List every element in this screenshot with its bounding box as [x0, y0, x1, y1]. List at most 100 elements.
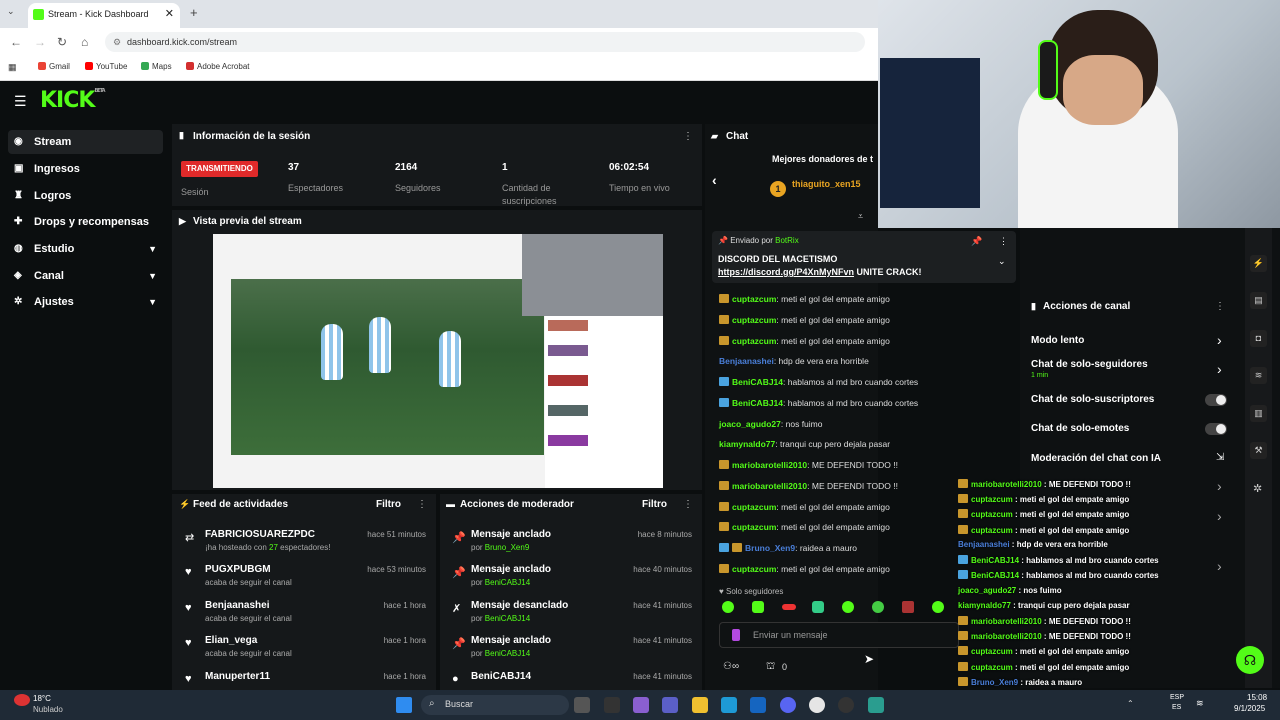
- chat-message[interactable]: cuptazcum: meti el gol del empate amigo: [719, 294, 890, 304]
- bookmark-youtube[interactable]: YouTube: [85, 62, 127, 71]
- chat-message[interactable]: Bruno_Xen9: raidea a mauro: [719, 543, 857, 553]
- app-icon[interactable]: [868, 697, 884, 713]
- tray-chevron-icon[interactable]: ⌃: [1127, 699, 1134, 708]
- menu-icon[interactable]: ☰: [14, 93, 27, 110]
- followers-only-option[interactable]: Chat de solo-seguidores: [1031, 359, 1148, 370]
- taskbar-search[interactable]: ⌕ Buscar: [421, 695, 569, 715]
- mod-menu-icon[interactable]: ⋮: [683, 499, 693, 510]
- chat-message[interactable]: kiamynaldo77: tranqui cup pero dejala pa…: [719, 439, 890, 449]
- chevron-right-icon[interactable]: ›: [1217, 478, 1222, 494]
- home-icon[interactable]: ⌂: [81, 35, 88, 49]
- kick-logo[interactable]: KICKBETA: [40, 88, 106, 113]
- chat-message[interactable]: BeniCABJ14: hablamos al md bro cuando co…: [719, 377, 918, 387]
- chat-message[interactable]: cuptazcum: meti el gol del empate amigo: [719, 564, 890, 574]
- apps-grid-icon[interactable]: ▦: [8, 62, 17, 73]
- reload-icon[interactable]: ↻: [57, 35, 67, 49]
- taskview-icon[interactable]: [574, 697, 590, 713]
- slow-mode-option[interactable]: Modo lento: [1031, 335, 1084, 346]
- mic-icon[interactable]: [732, 629, 740, 641]
- bookmark-gmail[interactable]: Gmail: [38, 62, 70, 71]
- support-icon[interactable]: ☊: [1236, 646, 1264, 674]
- emotes-only-toggle[interactable]: [1205, 423, 1227, 435]
- chat-message[interactable]: cuptazcum: meti el gol del empate amigo: [719, 522, 890, 532]
- chevron-right-icon[interactable]: ›: [1217, 558, 1222, 574]
- obs-icon[interactable]: [838, 697, 854, 713]
- channel-actions-menu-icon[interactable]: ⋮: [1215, 301, 1225, 312]
- explorer-icon[interactable]: [692, 697, 708, 713]
- chrome-icon[interactable]: [809, 697, 825, 713]
- bookmark-acrobat[interactable]: Adobe Acrobat: [186, 62, 249, 71]
- feed-menu-icon[interactable]: ⋮: [417, 499, 427, 510]
- emote-icon[interactable]: [782, 604, 796, 610]
- donor-name[interactable]: thiaguito_xen15: [792, 179, 861, 189]
- session-menu-icon[interactable]: ⋮: [683, 131, 693, 142]
- collapse-icon[interactable]: ⩡: [858, 211, 863, 222]
- emote-icon[interactable]: [902, 601, 914, 613]
- emote-icon[interactable]: [722, 601, 734, 613]
- chat-message[interactable]: cuptazcum: meti el gol del empate amigo: [719, 315, 890, 325]
- feed-item-name[interactable]: Elian_vega: [205, 635, 257, 646]
- chevron-right-icon[interactable]: ›: [1217, 332, 1222, 348]
- teams-icon[interactable]: [662, 697, 678, 713]
- start-icon[interactable]: [396, 697, 412, 713]
- sidebar-item-logros[interactable]: ♜ Logros: [8, 184, 163, 208]
- address-bar[interactable]: ⚙ dashboard.kick.com/stream: [105, 32, 865, 52]
- chat-message[interactable]: joaco_agudo27: nos fuimo: [719, 419, 822, 429]
- sidebar-item-canal[interactable]: ◈ Canal ▼: [8, 264, 163, 288]
- sidebar-item-estudio[interactable]: ◍ Estudio ▼: [8, 237, 163, 261]
- sidebar-item-ingresos[interactable]: ▣ Ingresos: [8, 157, 163, 181]
- new-tab-icon[interactable]: +: [190, 5, 198, 20]
- hammer-icon[interactable]: ⚒: [1250, 442, 1267, 459]
- weather-temp[interactable]: 18°C: [33, 694, 51, 703]
- settings-icon[interactable]: ✲: [1253, 482, 1262, 495]
- users-icon[interactable]: ⚇∞: [723, 661, 739, 672]
- clock-time[interactable]: 15:08: [1247, 693, 1267, 702]
- emote-icon[interactable]: [842, 601, 854, 613]
- close-tab-icon[interactable]: ✕: [165, 3, 174, 25]
- chevron-left-icon[interactable]: ‹: [712, 172, 717, 188]
- pinned-link[interactable]: https://discord.gg/P4XnMyNFvn: [718, 267, 854, 277]
- chat-message[interactable]: mariobarotelli2010: ME DEFENDI TODO !!: [719, 460, 898, 470]
- emote-icon[interactable]: [812, 601, 824, 613]
- gift-icon[interactable]: ⛫: [766, 661, 775, 674]
- discord-icon[interactable]: [780, 697, 796, 713]
- edge-icon[interactable]: [721, 697, 737, 713]
- copilot-icon[interactable]: [633, 697, 649, 713]
- feed-item-name[interactable]: PUGXPUBGM: [205, 564, 271, 575]
- chevron-right-icon[interactable]: ›: [1217, 361, 1222, 377]
- sidebar-item-stream[interactable]: ◉ Stream: [8, 130, 163, 154]
- bolt-icon[interactable]: ⚡: [1250, 255, 1267, 272]
- language-indicator[interactable]: ESP: [1170, 694, 1184, 701]
- chat-input[interactable]: Enviar un mensaje: [719, 622, 959, 648]
- chat-message[interactable]: cuptazcum: meti el gol del empate amigo: [719, 502, 890, 512]
- browser-tab[interactable]: Stream - Kick Dashboard ✕: [28, 3, 180, 28]
- chevron-right-icon[interactable]: ›: [1217, 508, 1222, 524]
- ai-moderation-option[interactable]: Moderación del chat con IA: [1031, 453, 1161, 464]
- feed-item-name[interactable]: Manuperter11: [205, 671, 270, 682]
- capcut-icon[interactable]: [604, 697, 620, 713]
- pinned-menu-icon[interactable]: ⋮: [999, 236, 1008, 247]
- chat-bubble-icon[interactable]: ◘: [1250, 330, 1267, 347]
- server-icon[interactable]: ▥: [1250, 405, 1267, 422]
- emote-icon[interactable]: [752, 601, 764, 613]
- sidebar-item-ajustes[interactable]: ✲ Ajustes ▼: [8, 290, 163, 314]
- wifi-icon[interactable]: ≋: [1196, 698, 1204, 709]
- tab-menu-icon[interactable]: ⌄: [7, 6, 15, 17]
- chat-message[interactable]: Benjaanashei: hdp de vera era horrible: [719, 356, 869, 366]
- subs-only-toggle[interactable]: [1205, 394, 1227, 406]
- forward-icon[interactable]: →: [34, 35, 46, 49]
- chat-message[interactable]: BeniCABJ14: hablamos al md bro cuando co…: [719, 398, 918, 408]
- back-icon[interactable]: ←: [10, 35, 22, 49]
- store-icon[interactable]: [750, 697, 766, 713]
- mod-filter-button[interactable]: Filtro: [642, 499, 667, 510]
- clipboard-icon[interactable]: ▤: [1250, 292, 1267, 309]
- chat-message[interactable]: mariobarotelli2010: ME DEFENDI TODO !!: [719, 481, 898, 491]
- chat-message[interactable]: cuptazcum: meti el gol del empate amigo: [719, 336, 890, 346]
- pin-icon[interactable]: 📌: [971, 236, 982, 247]
- site-info-icon[interactable]: ⚙: [113, 32, 121, 52]
- bookmark-maps[interactable]: Maps: [141, 62, 172, 71]
- feed-item-name[interactable]: Benjaanashei: [205, 600, 269, 611]
- weather-icon[interactable]: [14, 694, 30, 706]
- wave-icon[interactable]: ≋: [1250, 367, 1267, 384]
- external-link-icon[interactable]: ⇲: [1216, 452, 1224, 463]
